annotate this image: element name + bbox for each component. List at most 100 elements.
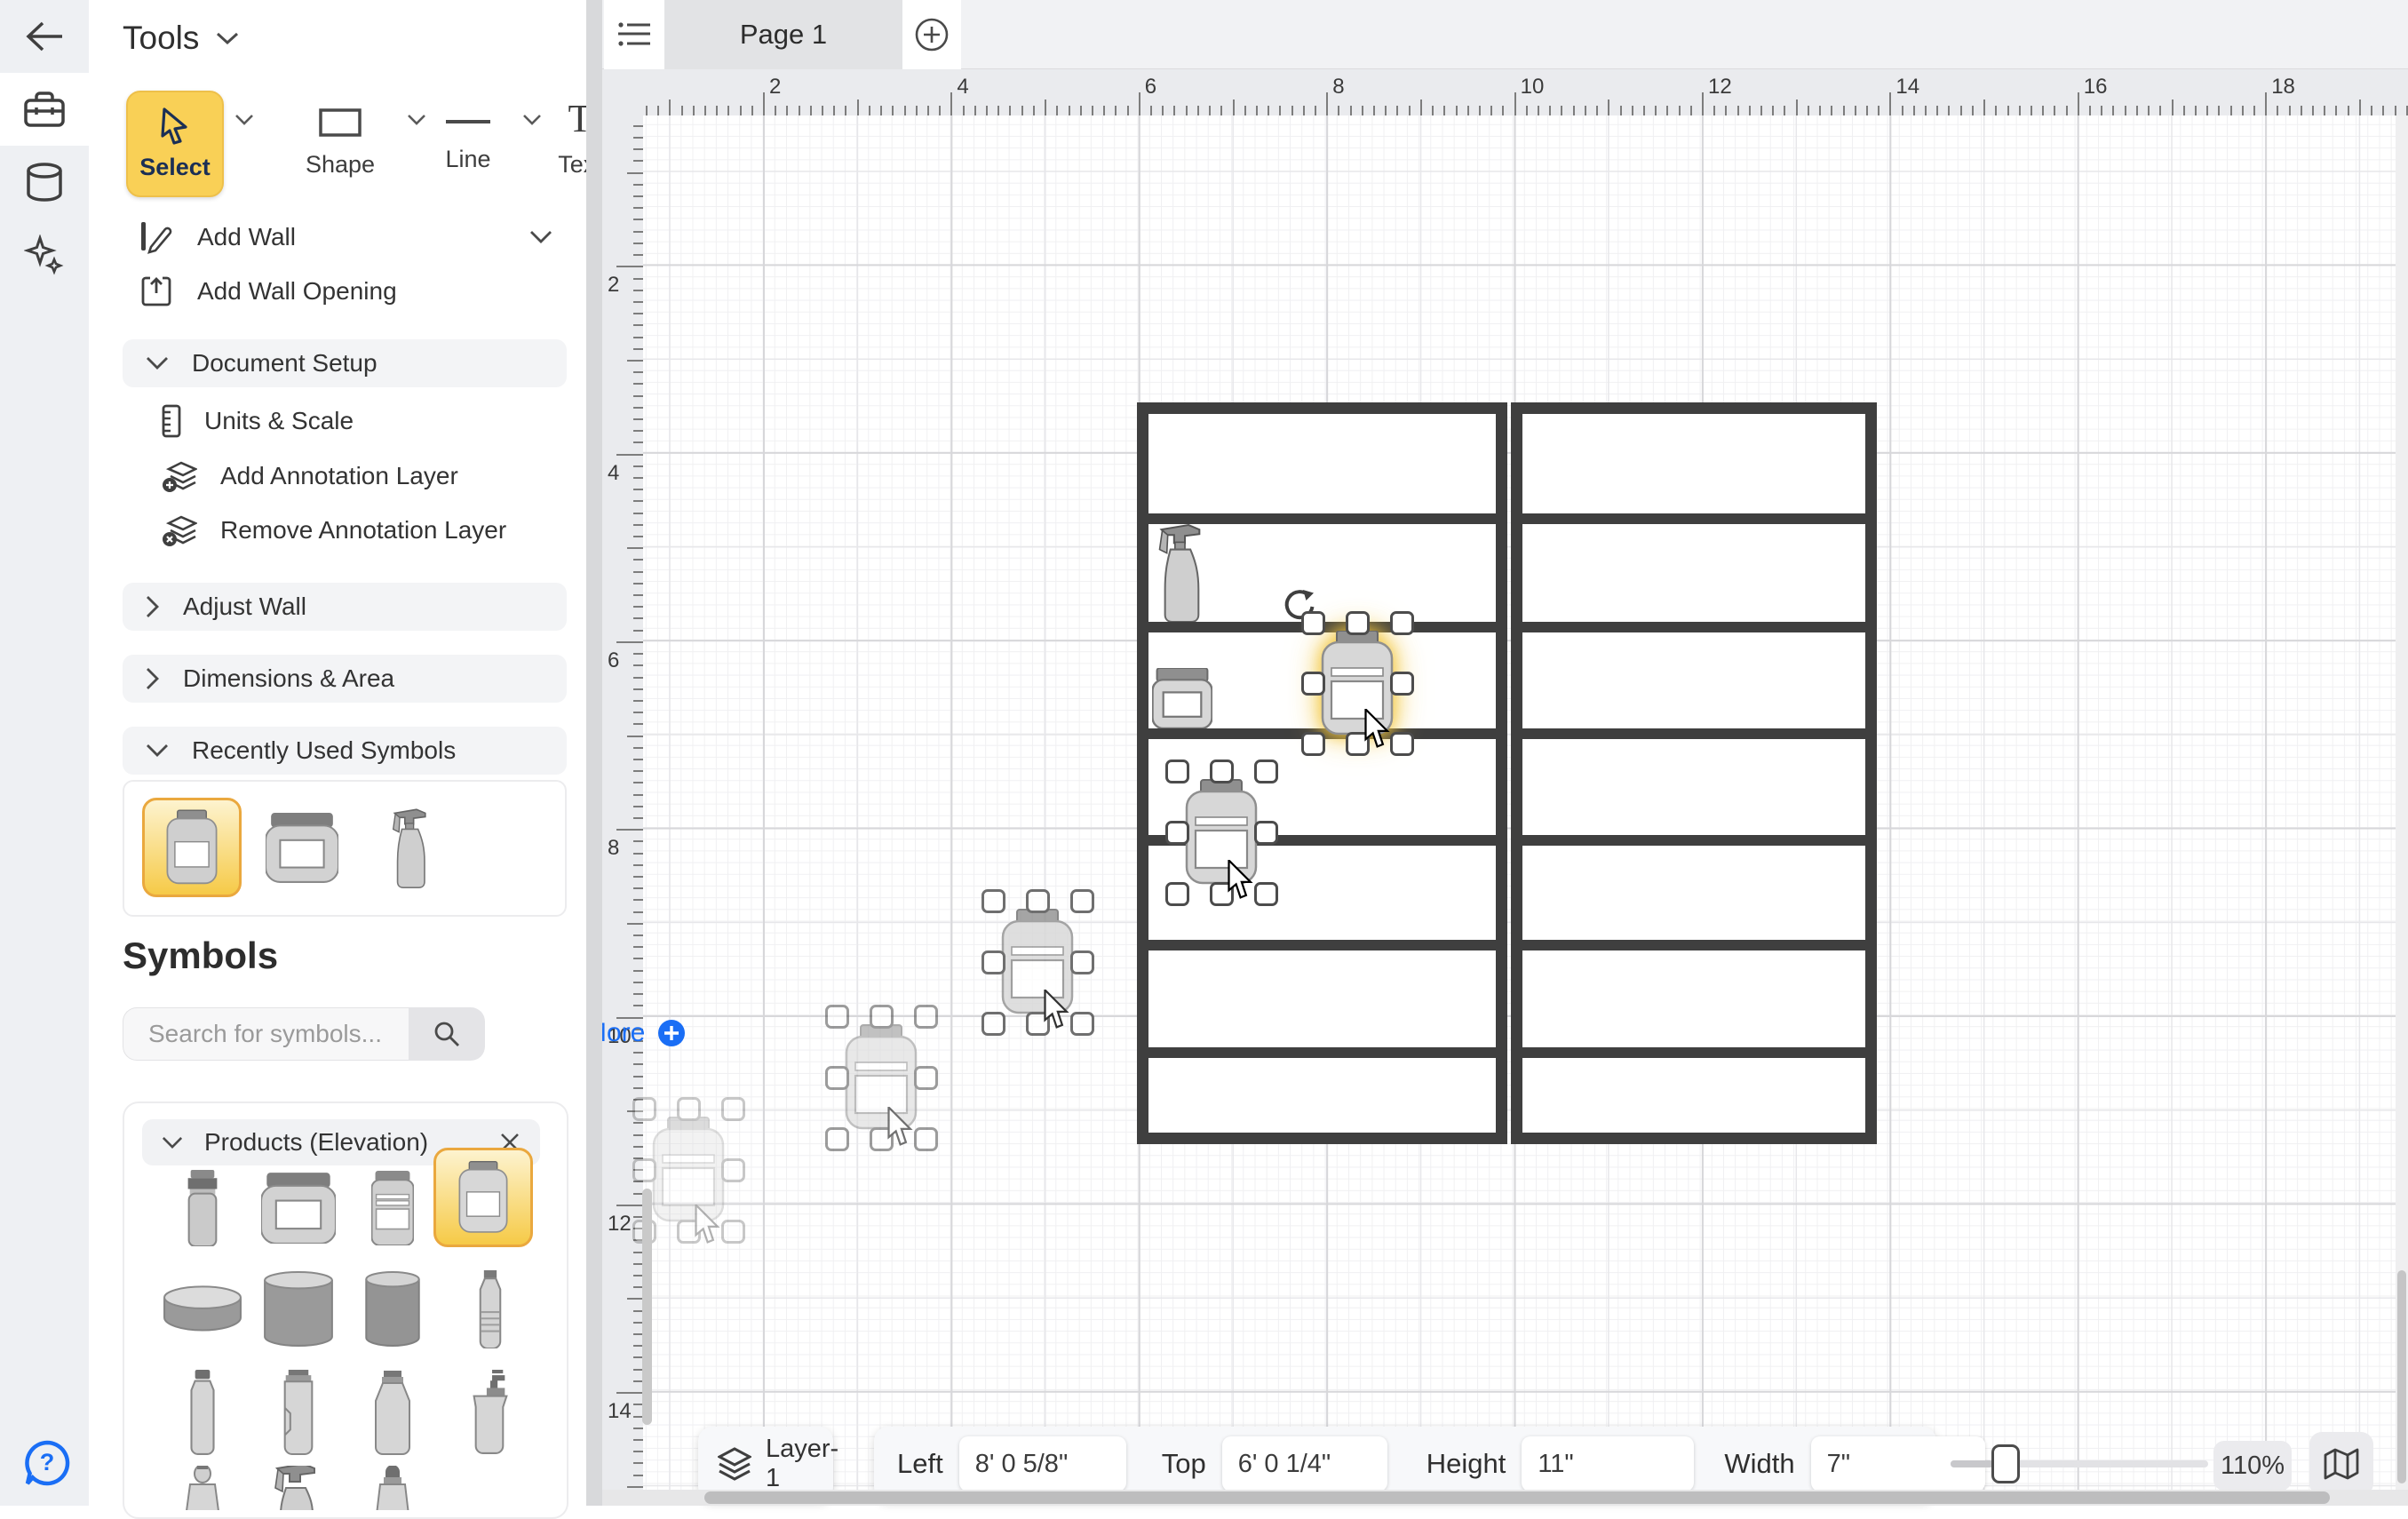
spray-bottle-symbol[interactable] <box>1157 522 1209 622</box>
product-shampoo-bottle[interactable] <box>250 1361 346 1464</box>
product-lotion-bottle[interactable] <box>348 1361 437 1464</box>
selection-handle[interactable] <box>914 1127 938 1151</box>
toolbox-tab[interactable] <box>0 73 89 146</box>
selection-handle[interactable] <box>1346 611 1370 635</box>
back-button[interactable] <box>0 0 89 73</box>
selection-handle[interactable] <box>1165 760 1189 783</box>
selection-handle[interactable] <box>1070 889 1094 913</box>
top-field-input[interactable]: 6' 0 1/4" <box>1222 1436 1387 1491</box>
product-spray-bottle-small[interactable] <box>250 1466 346 1510</box>
jar-labeled-symbol[interactable] <box>845 1024 918 1131</box>
jar-labeled-symbol[interactable] <box>1321 631 1394 736</box>
selection-handle[interactable] <box>1301 672 1325 696</box>
selection-handle[interactable] <box>1301 732 1325 756</box>
product-jar-lined[interactable] <box>348 1158 437 1258</box>
ai-assist-tab[interactable] <box>0 219 89 291</box>
recent-symbol-spray-bottle[interactable] <box>362 798 462 897</box>
horizontal-scrollbar-thumb[interactable] <box>704 1491 2330 1504</box>
text-tool-button[interactable]: T Text <box>531 101 629 179</box>
product-capped-bottle[interactable] <box>348 1466 437 1510</box>
minimap-button[interactable] <box>2309 1432 2373 1496</box>
shelf-line <box>1148 940 1496 950</box>
recently-used-header[interactable]: Recently Used Symbols <box>123 727 567 775</box>
selection-handle[interactable] <box>870 1005 894 1029</box>
selection-handle[interactable] <box>1390 732 1414 756</box>
selection-handle[interactable] <box>914 1005 938 1029</box>
product-canister[interactable] <box>250 1260 346 1359</box>
product-jar-labeled-selected[interactable] <box>433 1148 533 1247</box>
selection-handle[interactable] <box>632 1158 656 1182</box>
selection-handle[interactable] <box>721 1220 745 1244</box>
recent-symbol-jar-wide[interactable] <box>252 798 352 897</box>
selection-handle[interactable] <box>981 950 1005 974</box>
zoom-slider-handle[interactable] <box>1991 1444 2020 1483</box>
selection-handle[interactable] <box>1390 672 1414 696</box>
product-water-bottle[interactable] <box>446 1260 535 1359</box>
select-dropdown-chevron[interactable] <box>234 114 254 126</box>
add-wall-chevron[interactable] <box>529 230 552 244</box>
selection-handle[interactable] <box>1026 889 1050 913</box>
remove-annotation-layer-item[interactable]: Remove Annotation Layer <box>162 513 506 548</box>
panel-scrollbar[interactable] <box>586 0 602 1506</box>
selection-handle[interactable] <box>981 1012 1005 1036</box>
jar-small-symbol[interactable] <box>1152 668 1212 728</box>
select-tool-button[interactable]: Select <box>126 91 224 197</box>
add-annotation-layer-item[interactable]: Add Annotation Layer <box>162 458 458 494</box>
product-jar-wide-label[interactable] <box>250 1158 346 1258</box>
selection-handle[interactable] <box>825 1127 849 1151</box>
selection-handle[interactable] <box>632 1097 656 1121</box>
line-tool-button[interactable]: Line <box>419 101 517 173</box>
recent-symbol-jar-labeled[interactable] <box>142 798 242 897</box>
tools-panel-title[interactable]: Tools <box>123 20 240 57</box>
product-tub-low[interactable] <box>151 1263 254 1359</box>
selection-handle[interactable] <box>981 889 1005 913</box>
selection-handle[interactable] <box>677 1097 701 1121</box>
units-scale-item[interactable]: Units & Scale <box>162 404 354 438</box>
add-wall-item[interactable]: Add Wall <box>140 220 552 254</box>
shelf-column[interactable] <box>1137 402 1507 1144</box>
help-button[interactable]: ? <box>23 1439 71 1487</box>
zoom-slider-track[interactable] <box>1951 1460 2208 1467</box>
adjust-wall-header[interactable]: Adjust Wall <box>123 583 567 631</box>
zoom-level-badge[interactable]: 110% <box>2213 1441 2292 1491</box>
selection-handle[interactable] <box>721 1158 745 1182</box>
left-field-input[interactable]: 8' 0 5/8" <box>959 1436 1126 1491</box>
selection-handle[interactable] <box>1070 1012 1094 1036</box>
horizontal-scrollbar[interactable] <box>602 1490 2408 1506</box>
drawing-canvas[interactable]: Page 1 24681012141618 2468101214 <box>602 0 2408 1506</box>
database-tab[interactable] <box>0 146 89 219</box>
selection-handle[interactable] <box>1165 882 1189 906</box>
add-wall-opening-item[interactable]: Add Wall Opening <box>140 275 397 307</box>
symbol-search-input[interactable]: Search for symbols... <box>123 1007 409 1061</box>
product-canister-dark[interactable] <box>348 1260 437 1359</box>
jar-labeled-symbol[interactable] <box>1185 779 1258 886</box>
jar-labeled-symbol[interactable] <box>652 1117 725 1223</box>
search-button[interactable] <box>409 1007 485 1061</box>
selection-handle[interactable] <box>1390 611 1414 635</box>
selection-handle[interactable] <box>1254 882 1278 906</box>
add-wall-opening-label: Add Wall Opening <box>197 277 397 306</box>
selection-handle[interactable] <box>1301 611 1325 635</box>
selection-handle[interactable] <box>825 1005 849 1029</box>
selection-handle[interactable] <box>1165 821 1189 845</box>
selection-handle[interactable] <box>721 1097 745 1121</box>
height-field-input[interactable]: 11" <box>1522 1436 1694 1491</box>
vertical-scrollbar[interactable] <box>2396 115 2408 1490</box>
product-pump-bottle[interactable] <box>446 1361 535 1464</box>
selection-handle[interactable] <box>1254 760 1278 783</box>
product-bottle-cylinder[interactable] <box>158 1158 247 1258</box>
products-scrollbar[interactable] <box>642 1189 652 1425</box>
selection-handle[interactable] <box>1254 821 1278 845</box>
jar-labeled-symbol[interactable] <box>1001 909 1074 1015</box>
selection-handle[interactable] <box>825 1066 849 1090</box>
product-dish-soap-bottle[interactable] <box>158 1466 247 1510</box>
shelf-column[interactable] <box>1511 402 1877 1144</box>
product-flip-top-bottle[interactable] <box>158 1361 247 1464</box>
selection-handle[interactable] <box>914 1066 938 1090</box>
document-setup-header[interactable]: Document Setup <box>123 339 567 387</box>
vertical-scrollbar-thumb[interactable] <box>2397 1270 2406 1483</box>
dimensions-area-header[interactable]: Dimensions & Area <box>123 655 567 703</box>
selection-handle[interactable] <box>1070 950 1094 974</box>
selection-handle[interactable] <box>1210 760 1234 783</box>
shape-tool-button[interactable]: Shape <box>291 101 389 179</box>
